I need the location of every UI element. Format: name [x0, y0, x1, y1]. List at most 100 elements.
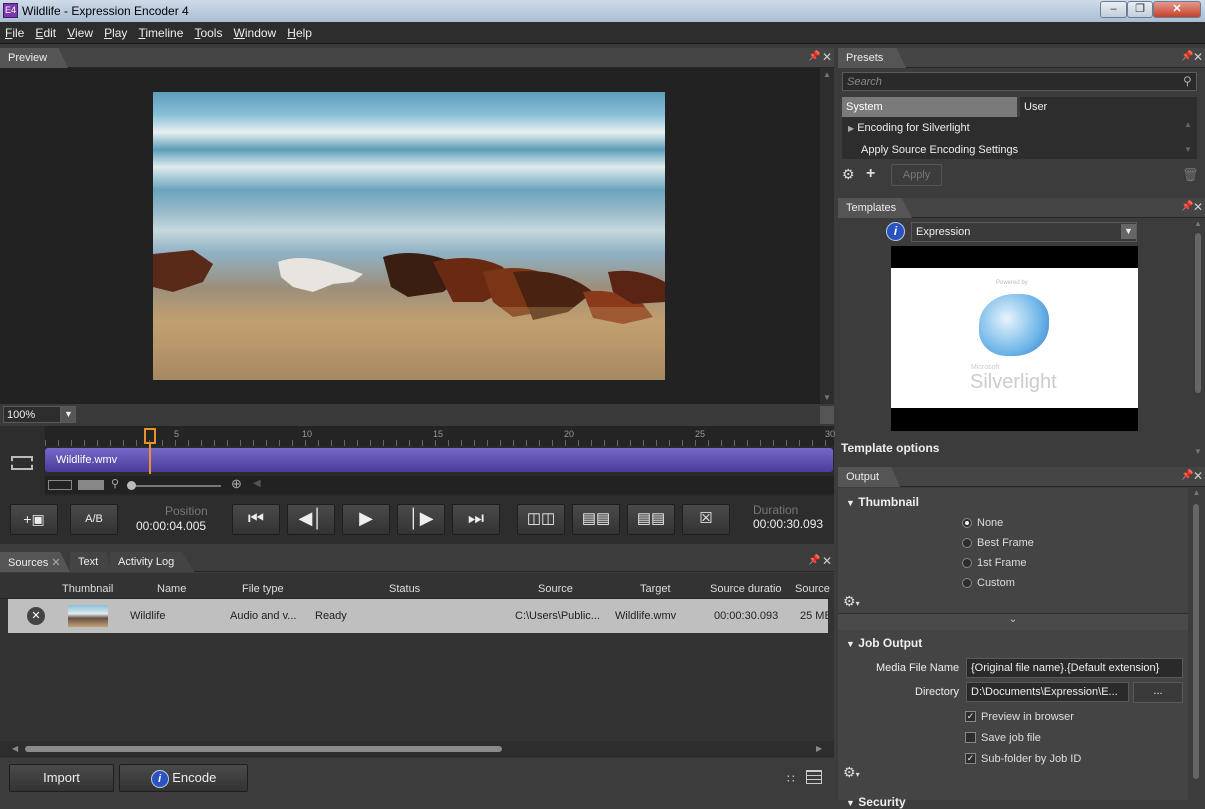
scrollbar-thumb[interactable] [1193, 504, 1199, 779]
pin-icon[interactable]: 📌 [1181, 470, 1193, 481]
tab-output[interactable]: Output [838, 467, 900, 487]
column-header[interactable]: Status [389, 583, 420, 595]
menu-file[interactable]: File [0, 22, 27, 40]
column-header[interactable]: Source duratio [710, 583, 782, 595]
apply-button[interactable]: Apply [891, 164, 942, 186]
minimize-button[interactable]: – [1100, 1, 1127, 18]
close-panel-icon[interactable]: ✕ [822, 50, 832, 64]
save-job-file-checkbox[interactable] [965, 732, 976, 743]
previous-frame-button[interactable]: ◀│ [287, 504, 335, 535]
template-select[interactable]: Expression [911, 222, 1137, 242]
scrollbar-thumb[interactable] [25, 746, 502, 752]
column-header[interactable]: Target [640, 583, 671, 595]
import-button[interactable]: Import [9, 764, 114, 792]
column-header[interactable]: Source [795, 583, 830, 595]
radio-best-frame[interactable] [962, 538, 972, 548]
horizontal-scrollbar[interactable]: ◀ ▶ [0, 741, 834, 757]
chevron-down-icon[interactable]: ▼ [1121, 224, 1136, 239]
menu-window[interactable]: Window [229, 22, 280, 40]
play-button[interactable]: ▶ [342, 504, 390, 535]
scrollbar-thumb[interactable] [1195, 233, 1201, 393]
column-header[interactable]: Name [157, 583, 186, 595]
templates-scrollbar[interactable]: ▲ ▼ [1191, 219, 1205, 461]
tab-activity-log[interactable]: Activity Log [110, 552, 194, 572]
fit-icon[interactable] [48, 480, 72, 490]
split-view-icon[interactable] [78, 480, 104, 490]
pin-icon[interactable]: 📌 [808, 51, 820, 62]
ab-compare-button[interactable]: A/B [70, 504, 118, 535]
scroll-left-icon[interactable]: ◀ [253, 478, 261, 489]
scroll-down-icon[interactable]: ▼ [1184, 145, 1192, 154]
timeline-ruler[interactable]: 5 10 15 20 25 30 [45, 426, 835, 446]
maximize-button[interactable]: ❐ [1127, 1, 1153, 18]
table-row[interactable]: ✕ Wildlife Audio and v... Ready C:\Users… [8, 599, 828, 633]
tab-system[interactable]: System [842, 97, 1017, 117]
menu-help[interactable]: Help [282, 22, 315, 40]
template-options-label[interactable]: Template options [841, 441, 939, 455]
sub-folder-by-job-id-checkbox[interactable]: ✓ [965, 753, 976, 764]
pin-icon[interactable]: 📌 [808, 555, 820, 566]
split-clip-button[interactable]: ◫◫ [517, 504, 565, 535]
timeline-clip[interactable]: Wildlife.wmv [45, 448, 833, 472]
go-to-start-button[interactable]: ⏮ [232, 504, 280, 535]
trash-icon[interactable]: 🗑 [1182, 167, 1199, 183]
add-marker-button[interactable]: +▣ [10, 504, 58, 535]
playhead-handle[interactable] [144, 428, 156, 444]
encode-button[interactable]: i Encode [119, 764, 248, 792]
scroll-up-icon[interactable]: ▲ [1184, 120, 1192, 129]
security-section-header[interactable]: ▼ Security [846, 795, 906, 809]
thumbnail-section-header[interactable]: ▼ Thumbnail [846, 495, 919, 509]
column-header[interactable]: File type [242, 583, 284, 595]
menu-tools[interactable]: Tools [189, 22, 225, 40]
presets-search-input[interactable]: Search [842, 72, 1197, 91]
set-in-point-button[interactable]: ▤▤ [572, 504, 620, 535]
close-panel-icon[interactable]: ✕ [1193, 469, 1203, 483]
next-frame-button[interactable]: │▶ [397, 504, 445, 535]
gear-icon[interactable]: ⚙ [842, 166, 855, 183]
job-output-section-header[interactable]: ▼ Job Output [846, 636, 922, 650]
gear-icon[interactable]: ⚙▾ [843, 764, 860, 781]
radio-none[interactable] [962, 518, 972, 528]
menu-view[interactable]: View [62, 22, 96, 40]
remove-item-icon[interactable]: ✕ [27, 607, 45, 625]
zoom-in-icon[interactable]: ⊕ [231, 476, 242, 492]
scroll-left-icon[interactable]: ◀ [12, 744, 18, 753]
preview-in-browser-checkbox[interactable]: ✓ [965, 711, 976, 722]
close-panel-icon[interactable]: ✕ [1193, 200, 1203, 214]
tab-user[interactable]: User [1020, 97, 1197, 117]
remove-clip-button[interactable]: ☒ [682, 504, 730, 535]
close-panel-icon[interactable]: ✕ [822, 554, 832, 568]
output-scrollbar[interactable]: ▲ [1188, 488, 1205, 800]
list-item[interactable]: ▶ Encoding for Silverlight [848, 122, 970, 134]
pin-icon[interactable]: 📌 [1181, 51, 1193, 62]
preview-vertical-scrollbar[interactable]: ▲ ▼ [820, 68, 834, 404]
chevron-down-icon[interactable]: ▼ [61, 406, 76, 423]
pin-icon[interactable]: 📌 [1181, 201, 1193, 212]
column-header[interactable]: Thumbnail [62, 583, 113, 595]
zoom-out-icon[interactable]: ⚲ [111, 477, 119, 490]
media-file-name-input[interactable]: {Original file name}.{Default extension} [966, 658, 1183, 678]
gear-icon[interactable]: ⚙▾ [843, 593, 860, 610]
zoom-input[interactable]: 100% [3, 406, 61, 423]
tab-presets[interactable]: Presets [838, 48, 906, 68]
zoom-slider-track[interactable] [129, 485, 221, 487]
radio-custom[interactable] [962, 578, 972, 588]
close-panel-icon[interactable]: ✕ [1193, 50, 1203, 64]
grid-view-icon[interactable]: ∷ [787, 772, 795, 786]
scroll-down-icon[interactable]: ▼ [1191, 447, 1205, 456]
column-header[interactable]: Source [538, 583, 573, 595]
go-to-end-button[interactable]: ⏭ [452, 504, 500, 535]
tab-sources[interactable]: Sources ✕ [0, 552, 70, 572]
menu-play[interactable]: Play [99, 22, 130, 40]
menu-timeline[interactable]: Timeline [133, 22, 186, 40]
tab-text[interactable]: Text [70, 552, 112, 572]
browse-button[interactable]: ... [1133, 682, 1183, 703]
list-item[interactable]: Apply Source Encoding Settings [861, 144, 1018, 156]
add-preset-icon[interactable]: + [866, 165, 875, 183]
scroll-right-icon[interactable]: ▶ [816, 744, 822, 753]
directory-input[interactable]: D:\Documents\Expression\E... [966, 682, 1129, 702]
set-out-point-button[interactable]: ▤▤ [627, 504, 675, 535]
close-window-button[interactable]: ✕ [1153, 1, 1201, 18]
zoom-slider-thumb[interactable] [127, 481, 136, 490]
radio-first-frame[interactable] [962, 558, 972, 568]
